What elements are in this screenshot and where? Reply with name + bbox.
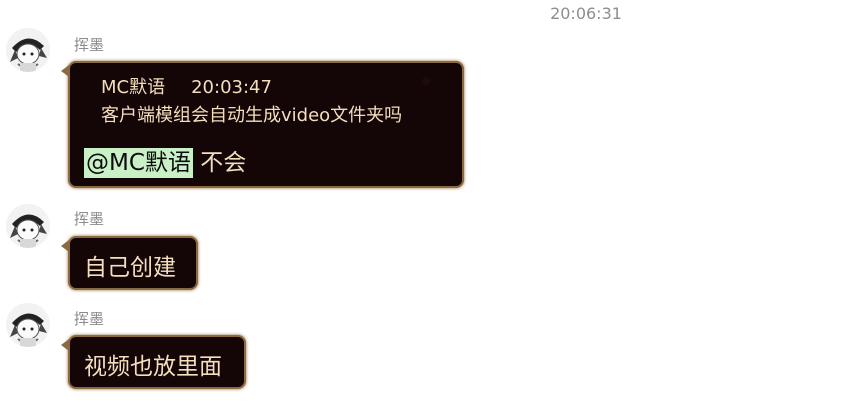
quote-time: 20:03:47	[191, 77, 272, 98]
timestamp-text: 20:06:31	[550, 4, 622, 23]
quoted-message[interactable]: 客户端模组会自动生成video文件夹吗	[101, 101, 402, 127]
avatar[interactable]	[6, 28, 50, 72]
avatar-image	[6, 28, 50, 72]
message-text: 不会	[200, 150, 247, 176]
quote-marker-icon	[420, 75, 432, 87]
avatar-image	[6, 303, 50, 347]
message-bubble[interactable]: 自己创建	[61, 236, 198, 290]
avatar[interactable]	[6, 204, 50, 248]
quote-header: MC默语 20:03:47	[101, 73, 272, 99]
message-text: 自己创建	[84, 255, 176, 281]
timestamp-divider: 20:06:31	[0, 4, 852, 23]
quote-author: MC默语	[101, 77, 166, 98]
avatar[interactable]	[6, 303, 50, 347]
sender-name: 挥墨	[74, 310, 105, 328]
sender-name: 挥墨	[74, 36, 105, 54]
message-text: 视频也放里面	[84, 354, 222, 380]
message-bubble[interactable]: MC默语 20:03:47 客户端模组会自动生成video文件夹吗 @MC默语 不…	[61, 61, 464, 188]
avatar-image	[6, 204, 50, 248]
mention-tag[interactable]: @MC默语	[84, 148, 193, 178]
sender-name: 挥墨	[74, 210, 105, 228]
chat-window: 20:06:31 挥墨 MC默语 20:03:47 客户端模组会自动生成video…	[0, 0, 852, 417]
reply-text: @MC默语 不会	[84, 143, 247, 178]
message-bubble[interactable]: 视频也放里面	[61, 335, 246, 389]
